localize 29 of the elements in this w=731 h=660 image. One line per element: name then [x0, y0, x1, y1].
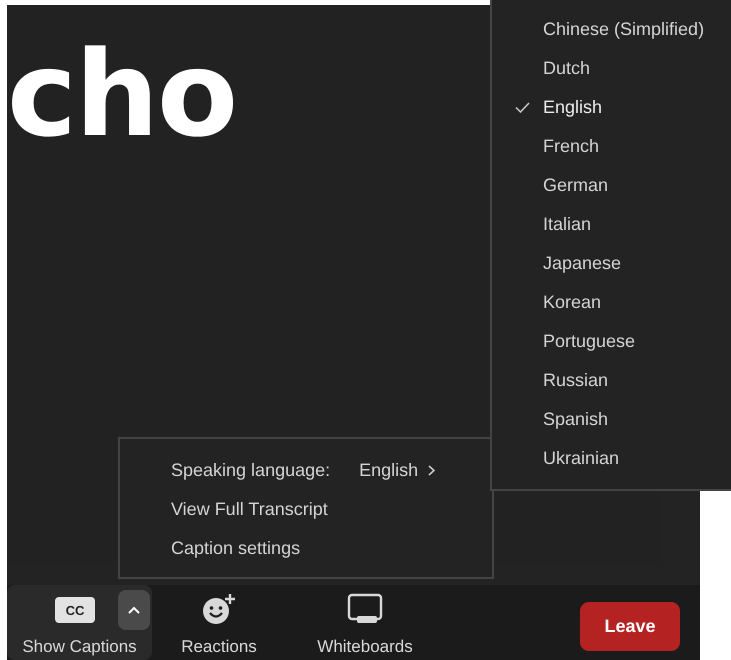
language-option[interactable]: Spanish [492, 400, 731, 439]
speaking-language-item[interactable]: Speaking language: English [171, 451, 471, 490]
smiley-plus-icon [201, 593, 237, 625]
menu-item[interactable]: View Full Transcript [120, 490, 492, 529]
reactions-button[interactable]: Reactions [160, 585, 278, 660]
menu-item[interactable]: Caption settings [120, 529, 492, 568]
language-option[interactable]: Italian [492, 205, 731, 244]
caret-button[interactable] [118, 590, 150, 630]
chevron-right-icon [428, 465, 436, 476]
language-option[interactable]: Ukrainian [492, 439, 731, 478]
language-option[interactable]: Chinese (Simplified) [492, 10, 731, 49]
language-option[interactable]: English [492, 88, 731, 127]
language-option[interactable]: Japanese [492, 244, 731, 283]
cc-icon: CC [55, 597, 95, 623]
language-option[interactable]: Dutch [492, 49, 731, 88]
language-option[interactable]: French [492, 127, 731, 166]
caption-text: cho [7, 35, 236, 153]
whiteboards-button[interactable]: Whiteboards [295, 585, 435, 660]
whiteboard-icon [347, 593, 383, 625]
caret-up-icon [128, 606, 140, 614]
language-option[interactable]: Portuguese [492, 322, 731, 361]
checkmark-icon [515, 102, 530, 113]
menu-item-value: English [359, 460, 418, 481]
language-option[interactable]: German [492, 166, 731, 205]
leave-button[interactable]: Leave [580, 602, 680, 651]
language-option[interactable]: Korean [492, 283, 731, 322]
language-option[interactable]: Russian [492, 361, 731, 400]
show-captions-button[interactable]: CC Show Captions [7, 585, 152, 660]
menu-item-label: Speaking language: [171, 460, 330, 481]
